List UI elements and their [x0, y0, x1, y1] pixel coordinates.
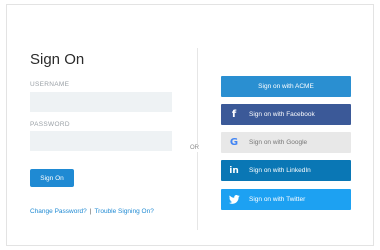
trouble-signing-on-link[interactable]: Trouble Signing On?: [94, 208, 153, 215]
sign-on-linkedin-button[interactable]: in Sign on with LinkedIn: [221, 160, 351, 181]
twitter-icon: [221, 195, 247, 204]
vertical-divider: [197, 48, 198, 230]
links-separator: |: [89, 208, 92, 215]
sign-on-acme-button[interactable]: Sign on with ACME: [221, 76, 351, 97]
sign-on-google-label: Sign on with Google: [249, 139, 308, 146]
sign-on-button[interactable]: Sign On: [30, 169, 74, 187]
change-password-link[interactable]: Change Password?: [30, 208, 87, 215]
username-field[interactable]: [30, 92, 172, 112]
password-label: PASSWORD: [30, 121, 70, 128]
sign-on-facebook-label: Sign on with Facebook: [249, 111, 315, 118]
sign-on-twitter-button[interactable]: Sign on with Twitter: [221, 189, 351, 210]
or-label: OR: [190, 144, 199, 152]
help-links: Change Password? | Trouble Signing On?: [30, 208, 154, 215]
password-field[interactable]: [30, 131, 172, 151]
google-icon: G: [229, 137, 239, 148]
sign-on-google-button[interactable]: G Sign on with Google: [221, 132, 351, 153]
sign-on-acme-label: Sign on with ACME: [258, 83, 314, 90]
page-title: Sign On: [30, 51, 85, 68]
linkedin-icon: in: [229, 165, 239, 176]
facebook-icon: f: [231, 109, 237, 120]
sign-on-facebook-button[interactable]: f Sign on with Facebook: [221, 104, 351, 125]
sign-on-linkedin-label: Sign on with LinkedIn: [249, 167, 311, 174]
username-label: USERNAME: [30, 81, 70, 88]
sign-on-twitter-label: Sign on with Twitter: [249, 196, 306, 203]
